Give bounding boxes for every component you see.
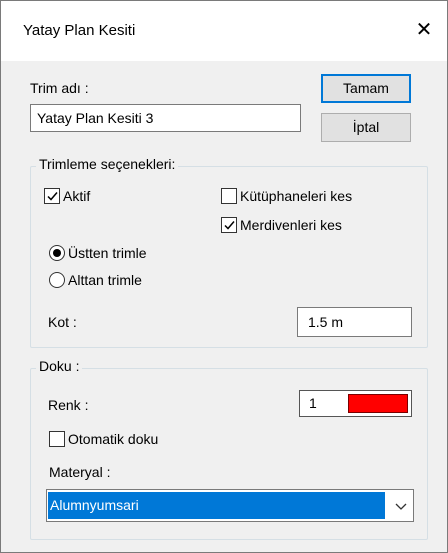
color-number: 1: [309, 395, 317, 411]
radio-circle: [49, 245, 65, 261]
checkbox-box: [221, 217, 237, 233]
trim-name-label: Trim adı :: [30, 80, 89, 96]
color-picker[interactable]: 1: [299, 390, 412, 417]
ok-button[interactable]: Tamam: [321, 74, 411, 103]
auto-texture-label: Otomatik doku: [68, 431, 159, 447]
active-label: Aktif: [63, 188, 91, 204]
dialog-window: Yatay Plan Kesiti ✕ Trim adı : Yatay Pla…: [0, 0, 448, 553]
checkmark-icon: [224, 221, 235, 230]
color-label: Renk :: [48, 397, 89, 413]
material-dropdown[interactable]: Alumnyumsari: [46, 489, 414, 522]
trim-from-top-label: Üstten trimle: [68, 245, 147, 261]
trim-from-bottom-label: Alttan trimle: [68, 272, 142, 288]
radio-dot: [53, 249, 61, 257]
close-icon: ✕: [415, 19, 433, 41]
checkmark-icon: [47, 192, 58, 201]
texture-title: Doku :: [36, 358, 83, 374]
chevron-down-icon[interactable]: [395, 500, 407, 512]
trim-from-top-radio[interactable]: Üstten trimle: [49, 245, 147, 261]
close-button[interactable]: ✕: [409, 15, 439, 45]
color-swatch: [348, 394, 408, 413]
checkbox-box: [49, 431, 65, 447]
cut-libraries-label: Kütüphaneleri kes: [240, 188, 353, 204]
active-checkbox[interactable]: Aktif: [44, 188, 90, 204]
cancel-button[interactable]: İptal: [321, 113, 411, 142]
window-title: Yatay Plan Kesiti: [23, 22, 136, 39]
radio-circle: [49, 272, 65, 288]
trim-from-bottom-radio[interactable]: Alttan trimle: [49, 272, 142, 288]
auto-texture-checkbox[interactable]: Otomatik doku: [49, 431, 158, 447]
trim-name-input[interactable]: Yatay Plan Kesiti 3: [30, 104, 301, 132]
checkbox-box: [44, 188, 60, 204]
material-label: Materyal :: [49, 464, 111, 480]
elevation-label: Kot :: [48, 314, 77, 330]
elevation-input[interactable]: 1.5 m: [297, 307, 412, 337]
cut-stairs-checkbox[interactable]: Merdivenleri kes: [221, 217, 342, 233]
title-bar: Yatay Plan Kesiti ✕: [1, 1, 447, 61]
trim-options-title: Trimleme seçenekleri:: [36, 156, 179, 172]
cut-libraries-checkbox[interactable]: Kütüphaneleri kes: [221, 188, 352, 204]
checkbox-box: [221, 188, 237, 204]
cut-stairs-label: Merdivenleri kes: [240, 217, 342, 233]
material-selected-value: Alumnyumsari: [48, 492, 385, 519]
